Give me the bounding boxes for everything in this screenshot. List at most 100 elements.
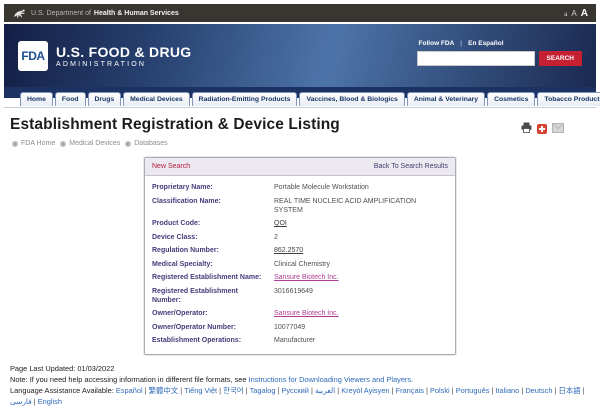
follow-fda-link[interactable]: Follow FDA (419, 40, 455, 47)
email-icon[interactable] (552, 120, 564, 138)
field-value[interactable]: 862.2570 (274, 247, 303, 254)
field-label: Registered Establishment Name: (152, 273, 274, 282)
field-label: Medical Specialty: (152, 260, 274, 269)
breadcrumb: FDA Home Medical Devices Databases (4, 138, 596, 147)
language-link[interactable]: 繁體中文 (149, 386, 185, 395)
font-size-button[interactable]: A (571, 9, 576, 18)
nav-tab[interactable]: Tobacco Products (537, 92, 600, 106)
fda-header: FDA U.S. FOOD & DRUG ADMINISTRATION Foll… (4, 24, 596, 87)
table-row: Regulation Number: 862.2570 (152, 244, 448, 257)
table-row: Registered Establishment Name: Sansure B… (152, 271, 448, 284)
field-value-cell: Sansure Biotech Inc. (274, 309, 432, 318)
breadcrumb-item[interactable]: FDA Home (12, 140, 55, 147)
nav-tab[interactable]: Home (20, 92, 53, 106)
language-link[interactable]: Deutsch (525, 386, 558, 395)
language-link[interactable]: 日本語 (558, 386, 584, 395)
en-espanol-link[interactable]: En Español (468, 40, 503, 47)
table-row: Owner/Operator Number: 10077049 (152, 320, 448, 333)
field-label: Registered Establishment Number: (152, 287, 274, 305)
breadcrumb-label[interactable]: Medical Devices (69, 140, 120, 147)
hhs-eagle-icon (12, 8, 26, 19)
field-value: Clinical Chemistry (274, 261, 330, 268)
language-link[interactable]: العربية (315, 386, 341, 395)
language-link[interactable]: 한국어 (223, 386, 249, 395)
field-value: Portable Molecule Workstation (274, 184, 369, 191)
table-row: Classification Name: REAL TIME NUCLEIC A… (152, 194, 448, 217)
new-search-link[interactable]: New Search (152, 163, 190, 170)
nav-tab[interactable]: Drugs (88, 92, 122, 106)
field-label: Establishment Operations: (152, 336, 274, 345)
language-assistance: Language Assistance Available: Español繁體… (10, 386, 590, 407)
dept-name-link[interactable]: Health & Human Services (94, 10, 179, 17)
field-value-cell: Clinical Chemistry (274, 260, 432, 269)
table-row: Device Class: 2 (152, 231, 448, 244)
breadcrumb-bullet-icon (60, 141, 66, 147)
back-to-results-link[interactable]: Back To Search Results (374, 163, 448, 170)
field-label: Owner/Operator: (152, 309, 274, 318)
last-updated: Page Last Updated: 01/03/2022 (10, 364, 590, 375)
page-title: Establishment Registration & Device List… (10, 116, 340, 134)
nav-tab[interactable]: Medical Devices (123, 92, 190, 106)
breadcrumb-bullet-icon (12, 141, 18, 147)
nav-tab[interactable]: Cosmetics (487, 92, 535, 106)
field-value-cell: 3016619649 (274, 287, 432, 305)
table-row: Product Code: QOI (152, 217, 448, 230)
field-label: Classification Name: (152, 197, 274, 215)
font-size-button[interactable]: A (581, 8, 588, 19)
breadcrumb-item[interactable]: Medical Devices (60, 140, 120, 147)
language-link[interactable]: Kreyòl Ayisyen (341, 386, 395, 395)
fda-logo[interactable]: FDA (18, 41, 48, 71)
language-link[interactable]: Português (456, 386, 496, 395)
header-right: Follow FDA | En Español SEARCH (417, 40, 582, 66)
field-value-cell: 10077049 (274, 323, 432, 332)
agency-name-line1: U.S. FOOD & DRUG (56, 44, 191, 60)
search-button[interactable]: SEARCH (539, 51, 582, 66)
language-link[interactable]: Русский (282, 386, 315, 395)
share-icon[interactable] (537, 124, 547, 134)
field-value[interactable]: Sansure Biotech Inc. (274, 274, 339, 281)
language-link[interactable]: Tagalog (250, 386, 282, 395)
field-value: Manufacturer (274, 337, 315, 344)
font-size-controls: aAA (564, 8, 588, 19)
language-link[interactable]: Tiếng Việt (184, 386, 223, 395)
field-value-cell: QOI (274, 219, 432, 228)
language-link[interactable]: Español (116, 386, 149, 395)
footer-info: Page Last Updated: 01/03/2022 Note: If y… (4, 355, 596, 407)
nav-tab[interactable]: Animal & Veterinary (407, 92, 485, 106)
agency-name-line2: ADMINISTRATION (56, 61, 191, 68)
header-search-input[interactable] (417, 51, 535, 66)
language-link[interactable]: Italiano (495, 386, 525, 395)
field-value-cell: 862.2570 (274, 246, 432, 255)
agency-title: U.S. FOOD & DRUG ADMINISTRATION (56, 44, 191, 68)
language-link[interactable]: فارسی (10, 397, 38, 406)
field-label: Regulation Number: (152, 246, 274, 255)
nav-tab[interactable]: Vaccines, Blood & Biologics (299, 92, 404, 106)
font-size-button[interactable]: a (564, 12, 567, 18)
field-value-cell: 2 (274, 233, 432, 242)
viewers-players-link[interactable]: Instructions for Downloading Viewers and… (249, 375, 414, 384)
field-label: Owner/Operator Number: (152, 323, 274, 332)
table-row: Registered Establishment Number: 3016619… (152, 284, 448, 307)
field-value-cell: REAL TIME NUCLEIC ACID AMPLIFICATION SYS… (274, 197, 432, 215)
page-root: U.S. Department of Health & Human Servic… (4, 4, 596, 414)
language-link[interactable]: English (38, 397, 62, 406)
field-value: 10077049 (274, 324, 305, 331)
breadcrumb-label[interactable]: FDA Home (21, 140, 55, 147)
field-value[interactable]: Sansure Biotech Inc. (274, 310, 339, 317)
language-link[interactable]: Français (396, 386, 430, 395)
table-row: Medical Specialty: Clinical Chemistry (152, 257, 448, 270)
field-value-cell: Portable Molecule Workstation (274, 183, 432, 192)
breadcrumb-label[interactable]: Databases (134, 140, 167, 147)
field-value-cell: Manufacturer (274, 336, 432, 345)
field-value: REAL TIME NUCLEIC ACID AMPLIFICATION SYS… (274, 198, 416, 214)
hhs-top-bar: U.S. Department of Health & Human Servic… (4, 4, 596, 22)
breadcrumb-item[interactable]: Databases (125, 140, 167, 147)
language-link[interactable]: Polski (430, 386, 456, 395)
print-icon[interactable] (521, 120, 532, 138)
field-value[interactable]: QOI (274, 220, 287, 227)
nav-tab[interactable]: Food (55, 92, 86, 106)
divider: | (460, 40, 462, 47)
primary-nav: HomeFoodDrugsMedical DevicesRadiation-Em… (4, 87, 596, 108)
nav-tab[interactable]: Radiation-Emitting Products (192, 92, 298, 106)
language-label: Language Assistance Available: (10, 386, 116, 395)
